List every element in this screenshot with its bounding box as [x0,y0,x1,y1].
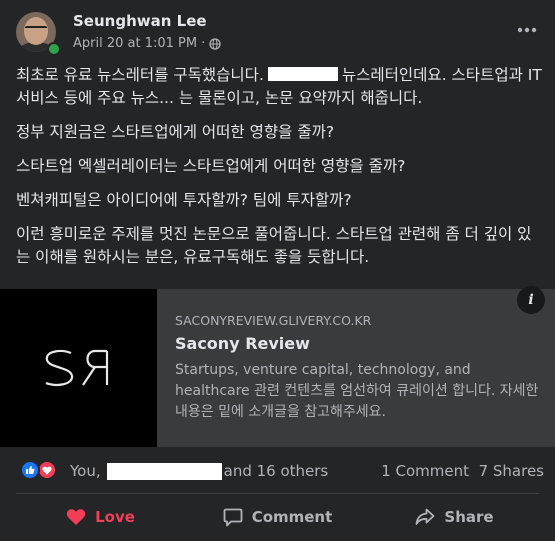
share-label: Share [444,508,494,526]
reaction-you-text: You, [70,462,101,480]
post-paragraph: 정부 지원금은 스타트업에게 어떠한 영향을 줄까? [16,123,335,141]
paragraph-text: 최초로 유료 뉴스레터를 구독했습니다. [16,66,264,84]
reaction-icons[interactable] [20,460,62,480]
comment-button[interactable]: Comment [189,497,366,537]
share-button[interactable]: Share [366,497,543,537]
love-reaction-icon [37,460,57,480]
comment-count[interactable]: 1 Comment [381,462,469,480]
heart-icon [66,509,86,525]
link-domain: SACONYREVIEW.GLIVERY.CO.KR [175,313,372,328]
more-options-icon[interactable] [515,18,539,42]
post-date[interactable]: April 20 at 1:01 PM [73,36,197,51]
info-icon[interactable]: i [517,286,545,314]
reactions-bar: You, and 16 others 1 Comment 7 Shares [0,452,555,490]
love-button[interactable]: Love [12,497,189,537]
post-paragraph: 최초로 유료 뉴스레터를 구독했습니다. 뉴스레터인데요. 스타트업과 IT 서비… [16,64,542,110]
post-actions: Love Comment Share [12,497,543,537]
post-body: 최초로 유료 뉴스레터를 구독했습니다. 뉴스레터인데요. 스타트업과 IT 서비… [16,64,542,280]
comment-label: Comment [251,508,333,526]
share-icon [416,508,435,525]
post-header: Seunghwan Lee April 20 at 1:01 PM · [0,0,555,64]
engagement-counts: 1 Comment 7 Shares [381,462,544,480]
post-meta: April 20 at 1:01 PM · [73,36,221,51]
meta-separator: · [201,36,206,51]
post-paragraph: 벤쳐캐피털은 아이디어에 투자할까? 팀에 투자할까? [16,191,352,209]
like-reaction-icon [20,460,40,480]
link-description: Startups, venture capital, technology, a… [175,362,539,420]
link-thumbnail[interactable] [0,289,157,447]
post-paragraph: 이런 흥미로운 주제를 멋진 논문으로 풀어줍니다. 스타트업 관련해 좀 더 … [16,225,532,266]
link-preview-card[interactable]: SACONYREVIEW.GLIVERY.CO.KR Sacony Review… [0,286,555,447]
post-paragraph: 스타트업 엑셀러레이터는 스타트업에게 어떠한 영향을 줄까? [16,157,406,175]
sacony-logo [45,349,108,387]
love-label: Love [95,508,135,526]
globe-icon[interactable] [209,37,221,50]
comment-icon [223,508,243,526]
link-info[interactable]: SACONYREVIEW.GLIVERY.CO.KR Sacony Review… [157,289,555,447]
online-status-dot [47,42,61,56]
redacted-name [106,462,222,480]
redacted-name [267,67,338,81]
reaction-names[interactable]: You, and 16 others [70,462,328,480]
share-count[interactable]: 7 Shares [479,462,544,480]
link-title[interactable]: Sacony Review [175,334,310,353]
reaction-others-text: and 16 others [223,462,329,480]
divider [16,493,539,494]
author-name[interactable]: Seunghwan Lee [73,12,207,30]
